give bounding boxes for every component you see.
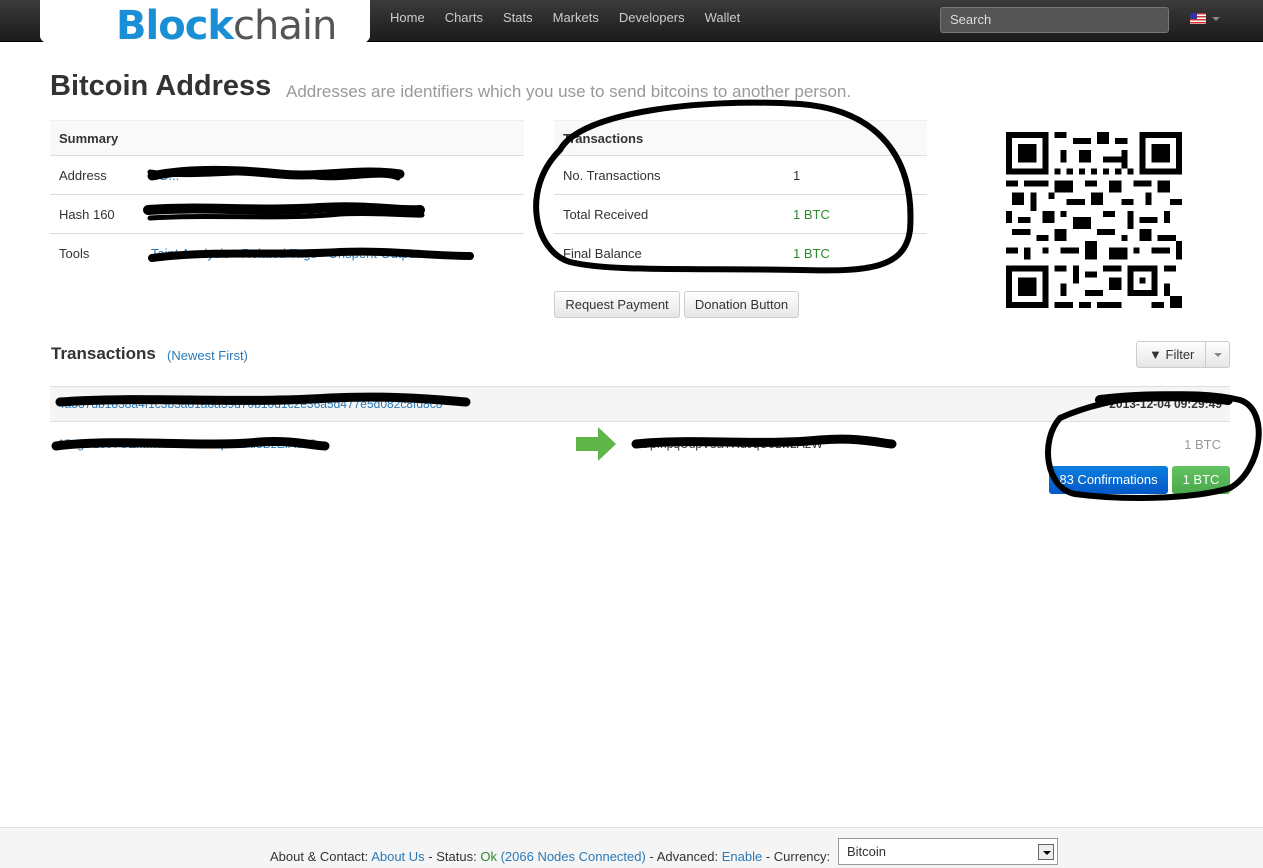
address-link[interactable]: 1G... — [151, 168, 179, 183]
transaction-from-address[interactable]: 15zgC2697GZMMTRED9bX5qK9LAf5BzEfAcxC — [58, 437, 317, 451]
table-row: Address 1G... — [50, 155, 524, 195]
transactions-summary-heading: Transactions — [554, 120, 927, 156]
confirmations-badge[interactable]: 83 Confirmations — [1049, 466, 1168, 494]
blockchain-logo[interactable]: Blockchain — [116, 3, 337, 49]
transaction-header-row: 4a537db1838a4f1c3b3a81a8a39d70b10d1c2e36… — [50, 386, 1230, 422]
logo-text-bl: Bl — [116, 3, 159, 49]
donation-button[interactable]: Donation Button — [684, 291, 799, 318]
search-input[interactable]: Search — [940, 7, 1169, 33]
filter-label: ▼ Filter — [1149, 347, 1195, 362]
table-row: Total Received 1 BTC — [554, 194, 927, 234]
total-received-value: 1 BTC — [784, 194, 927, 234]
chevron-down-icon[interactable] — [1038, 844, 1054, 860]
summary-table: Summary Address 1G... Hash 160 Tools Tai… — [50, 120, 524, 273]
nav-charts[interactable]: Charts — [435, 0, 493, 42]
enable-advanced-link[interactable]: Enable — [722, 849, 762, 864]
filter-button[interactable]: ▼ Filter — [1136, 341, 1230, 368]
logo-text-chain: chain — [233, 3, 337, 49]
summary-label: Address — [50, 155, 142, 195]
footer: About & Contact: About Us - Status: Ok (… — [0, 827, 1263, 868]
tools-links[interactable]: Taint Analysis - Related Tags - Unspent … — [151, 246, 426, 261]
transaction-hash-link[interactable]: 4a537db1838a4f1c3b3a81a8a39d70b10d1c2e36… — [58, 397, 442, 411]
transactions-heading: Transactions — [51, 344, 156, 363]
qr-code-image — [1006, 132, 1182, 308]
about-label: About & Contact: — [270, 849, 369, 864]
nav-developers[interactable]: Developers — [609, 0, 695, 42]
table-row: Final Balance 1 BTC — [554, 233, 927, 273]
nav-stats[interactable]: Stats — [493, 0, 543, 42]
page-title: Bitcoin Address — [50, 70, 272, 102]
final-balance-value: 1 BTC — [784, 233, 927, 273]
table-row: Tools Taint Analysis - Related Tags - Un… — [50, 233, 524, 273]
page-subtitle: Addresses are identifiers which you use … — [286, 82, 852, 101]
status-value: Ok — [480, 849, 497, 864]
transactions-summary-table: Transactions No. Transactions 1 Total Re… — [554, 120, 927, 273]
currency-label: Currency: — [773, 849, 831, 864]
logo-cube-icon: o — [158, 3, 186, 49]
top-navbar: Blockchain Home Charts Stats Markets Dev… — [0, 0, 1263, 50]
about-us-link[interactable]: About Us — [371, 849, 424, 864]
tx-count-label: No. Transactions — [554, 155, 784, 195]
advanced-label: Advanced: — [656, 849, 719, 864]
arrow-right-icon — [576, 427, 616, 461]
divider — [1205, 342, 1206, 367]
chevron-down-icon[interactable] — [1212, 17, 1220, 21]
nodes-connected-link[interactable]: (2066 Nodes Connected) — [501, 849, 646, 864]
transaction-result-badge[interactable]: 1 BTC — [1172, 466, 1230, 494]
nav-markets[interactable]: Markets — [543, 0, 609, 42]
logo-text-ck: ck — [184, 3, 234, 49]
currency-selected-value: Bitcoin — [847, 844, 887, 859]
status-label: Status: — [436, 849, 477, 864]
transaction-to-address[interactable]: 1GpfnpqUupV8aYRdJqUoLw2A2W — [634, 437, 823, 451]
logo-background: Blockchain — [40, 0, 370, 50]
table-row: Hash 160 — [50, 194, 524, 234]
sort-order-link[interactable]: (Newest First) — [167, 348, 248, 363]
chevron-down-icon[interactable] — [1214, 353, 1222, 357]
summary-heading: Summary — [50, 120, 524, 156]
transaction-time: 2013-12-04 09:29:49 — [1109, 397, 1222, 411]
request-payment-button[interactable]: Request Payment — [554, 291, 680, 318]
currency-select[interactable]: Bitcoin — [838, 838, 1058, 865]
nav-wallet[interactable]: Wallet — [695, 0, 751, 42]
tx-count-value: 1 — [784, 155, 927, 195]
table-row: No. Transactions 1 — [554, 155, 927, 195]
final-balance-label: Final Balance — [554, 233, 784, 273]
nav-home[interactable]: Home — [380, 0, 435, 42]
us-flag-icon[interactable] — [1190, 13, 1206, 24]
hash160-value — [142, 194, 524, 234]
nav-menu: Home Charts Stats Markets Developers Wal… — [380, 0, 750, 42]
total-received-label: Total Received — [554, 194, 784, 234]
funnel-icon: ▼ — [1149, 347, 1162, 362]
transaction-amount: 1 BTC — [1184, 437, 1221, 452]
summary-label: Hash 160 — [50, 194, 142, 234]
summary-label: Tools — [50, 233, 142, 273]
footer-text: About & Contact: About Us - Status: Ok (… — [270, 849, 831, 864]
